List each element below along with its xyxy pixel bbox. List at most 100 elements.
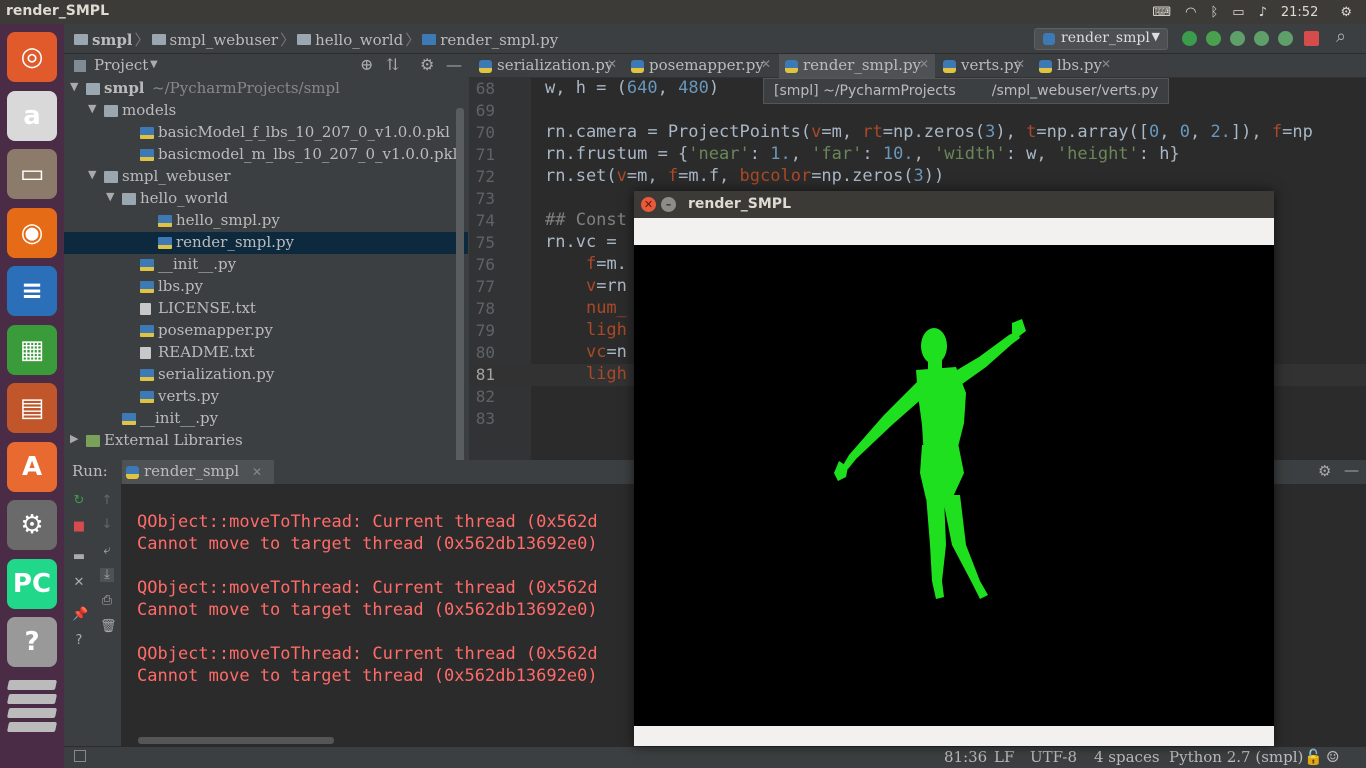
- editor-tab[interactable]: serialization.py ✕: [473, 54, 623, 78]
- concurrency-icon[interactable]: [1278, 31, 1293, 46]
- chevron-down-icon[interactable]: ▼: [106, 190, 114, 203]
- chevron-down-icon[interactable]: ▼: [150, 59, 158, 70]
- close-icon[interactable]: ✕: [1015, 57, 1025, 71]
- lock-icon[interactable]: 🔓: [1304, 748, 1323, 766]
- up-arrow-icon[interactable]: ↑: [100, 494, 114, 508]
- minimize-icon[interactable]: –: [661, 197, 676, 212]
- chevron-down-icon[interactable]: ▼: [70, 80, 78, 93]
- launcher-help-icon[interactable]: ?: [7, 617, 57, 667]
- volume-icon[interactable]: ♪: [1259, 5, 1267, 20]
- code-line[interactable]: 71 rn.frustum = {'near': 1., 'far': 10., …: [469, 144, 1366, 166]
- bluetooth-icon[interactable]: ᛒ: [1210, 5, 1218, 20]
- close-icon[interactable]: ✕: [72, 576, 86, 590]
- tree-item[interactable]: LICENSE.txt: [64, 298, 468, 320]
- rerun-icon[interactable]: ↻: [72, 494, 86, 508]
- tree-item[interactable]: render_smpl.py: [64, 232, 468, 254]
- chevron-right-icon[interactable]: ▶: [70, 432, 78, 445]
- launcher-writer-icon[interactable]: ≡: [7, 266, 57, 316]
- rerun-icon[interactable]: [1182, 31, 1197, 46]
- launcher-firefox-icon[interactable]: ◉: [7, 207, 57, 258]
- launcher-files-icon[interactable]: ▭: [7, 149, 57, 199]
- hide-icon[interactable]: —: [1344, 461, 1359, 479]
- launcher-calc-icon[interactable]: ▦: [7, 324, 57, 375]
- launcher-impress-icon[interactable]: ▤: [7, 383, 57, 433]
- help-icon[interactable]: ?: [72, 634, 86, 648]
- workspace-stack-icon[interactable]: [6, 680, 58, 690]
- project-view-select[interactable]: Project: [94, 56, 148, 74]
- clock[interactable]: 21:52: [1281, 5, 1318, 20]
- close-icon[interactable]: ✕: [252, 465, 262, 479]
- run-configuration-select[interactable]: render_smpl ▼: [1034, 28, 1168, 50]
- gear-icon[interactable]: ⚙: [420, 55, 434, 74]
- project-scrollbar[interactable]: [456, 108, 464, 468]
- tree-folder[interactable]: ▼ smpl ~/PycharmProjects/smpl: [64, 78, 468, 100]
- indent-setting[interactable]: 4 spaces: [1094, 748, 1160, 766]
- search-everywhere-icon[interactable]: ⌕: [1336, 26, 1346, 47]
- close-icon[interactable]: ✕: [641, 197, 656, 212]
- code-line[interactable]: 70 rn.camera = ProjectPoints(v=m, rt=np.z…: [469, 122, 1366, 144]
- workspace-stack-icon[interactable]: [6, 708, 58, 718]
- chevron-down-icon[interactable]: ▼: [88, 168, 96, 181]
- tree-item[interactable]: basicModel_f_lbs_10_207_0_v1.0.0.pkl: [64, 122, 468, 144]
- editor-tab[interactable]: render_smpl.py ✕: [779, 54, 935, 78]
- launcher-pycharm-icon[interactable]: PC: [7, 558, 57, 609]
- profile-icon[interactable]: [1254, 31, 1269, 46]
- tree-item[interactable]: __init__.py: [64, 408, 468, 430]
- trash-icon[interactable]: 🗑: [100, 620, 117, 634]
- breadcrumb-item[interactable]: smpl_webuser: [170, 31, 279, 49]
- tree-folder[interactable]: ▼ models: [64, 100, 468, 122]
- tree-folder[interactable]: ▼ smpl_webuser: [64, 166, 468, 188]
- pin-icon[interactable]: 📌: [72, 608, 88, 622]
- stop-icon[interactable]: ■: [72, 520, 86, 534]
- tree-folder[interactable]: ▼ hello_world: [64, 188, 468, 210]
- launcher-software-icon[interactable]: A: [7, 441, 57, 492]
- tree-item[interactable]: README.txt: [64, 342, 468, 364]
- launcher-ubuntu-dash-icon[interactable]: ◎: [7, 32, 57, 82]
- console-hscrollbar[interactable]: [138, 737, 334, 744]
- stop-icon[interactable]: [1304, 31, 1319, 46]
- tree-item[interactable]: hello_smpl.py: [64, 210, 468, 232]
- inspector-icon[interactable]: ☺: [1326, 748, 1339, 766]
- tree-item[interactable]: serialization.py: [64, 364, 468, 386]
- gear-icon[interactable]: ⚙: [1340, 5, 1352, 20]
- breadcrumb-item[interactable]: render_smpl.py: [440, 31, 558, 49]
- locate-icon[interactable]: ⊕: [360, 55, 373, 74]
- scroll-to-end-icon[interactable]: ⤓: [100, 568, 114, 582]
- close-icon[interactable]: ✕: [607, 57, 617, 71]
- editor-tab[interactable]: lbs.py ✕: [1033, 54, 1117, 78]
- caret-position[interactable]: 81:36: [944, 748, 987, 766]
- tool-windows-icon[interactable]: [74, 750, 86, 762]
- tree-item[interactable]: ▶ External Libraries: [64, 430, 468, 452]
- debug-icon[interactable]: [1206, 31, 1221, 46]
- down-arrow-icon[interactable]: ↓: [100, 518, 114, 532]
- breadcrumb-item[interactable]: smpl: [92, 31, 133, 49]
- close-icon[interactable]: ✕: [1101, 57, 1111, 71]
- collapse-icon[interactable]: ⇅: [386, 55, 399, 74]
- editor-tab[interactable]: verts.py ✕: [937, 54, 1031, 78]
- run-tab[interactable]: render_smpl ✕: [122, 460, 275, 484]
- print-icon[interactable]: ⎙: [100, 594, 114, 608]
- workspace-stack-icon[interactable]: [6, 694, 58, 704]
- code-line[interactable]: 72 rn.set(v=m, f=m.f, bgcolor=np.zeros(3)…: [469, 166, 1366, 188]
- gear-icon[interactable]: ⚙: [1318, 462, 1331, 480]
- render-window-titlebar[interactable]: ✕ – render_SMPL: [634, 191, 1274, 218]
- battery-icon[interactable]: ▭: [1232, 5, 1244, 20]
- launcher-amazon-icon[interactable]: a: [7, 90, 57, 141]
- hide-icon[interactable]: —: [446, 55, 462, 74]
- editor-tab[interactable]: posemapper.py ✕: [625, 54, 777, 78]
- tree-item[interactable]: verts.py: [64, 386, 468, 408]
- python-interpreter[interactable]: Python 2.7 (smpl): [1169, 748, 1303, 766]
- close-icon[interactable]: ✕: [761, 57, 771, 71]
- tree-item[interactable]: lbs.py: [64, 276, 468, 298]
- launcher-settings-icon[interactable]: ⚙: [7, 500, 57, 550]
- line-separator[interactable]: LF: [994, 748, 1014, 766]
- soft-wrap-icon[interactable]: ⤶: [100, 544, 114, 558]
- breadcrumb-item[interactable]: hello_world: [315, 31, 403, 49]
- chevron-down-icon[interactable]: ▼: [88, 102, 96, 115]
- tree-item[interactable]: basicmodel_m_lbs_10_207_0_v1.0.0.pkl: [64, 144, 468, 166]
- workspace-stack-icon[interactable]: [6, 722, 58, 732]
- tree-item[interactable]: posemapper.py: [64, 320, 468, 342]
- keyboard-icon[interactable]: ⌨: [1152, 5, 1171, 20]
- close-icon[interactable]: ✕: [919, 57, 929, 71]
- breadcrumb[interactable]: smpl 〉 smpl_webuser 〉 hello_world 〉 rend…: [74, 29, 558, 50]
